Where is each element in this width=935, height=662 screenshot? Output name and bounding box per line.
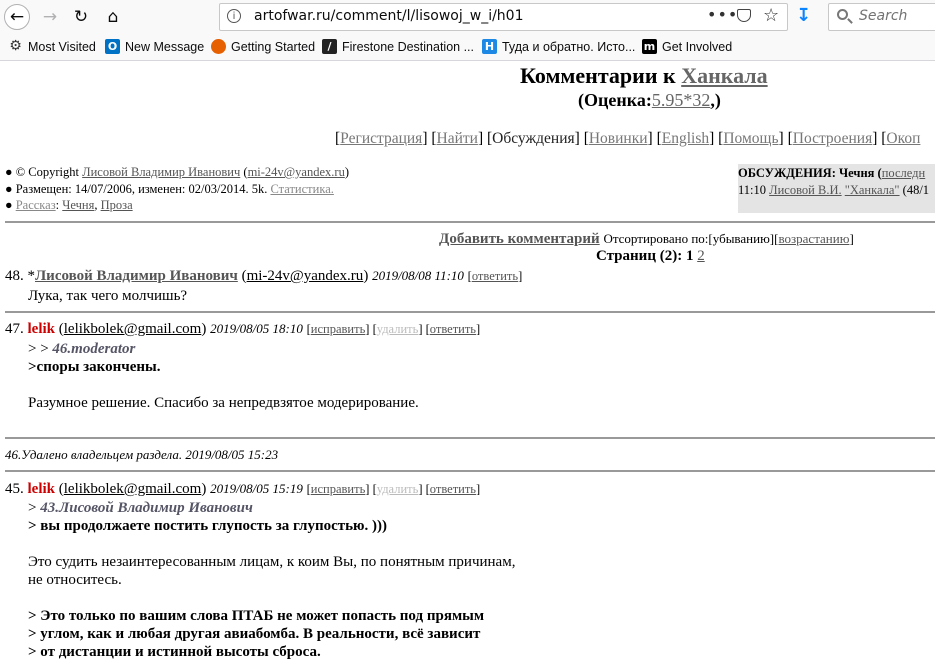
divider (5, 437, 935, 439)
page-title: Комментарии к Ханкала (520, 63, 768, 88)
divider (5, 470, 935, 472)
comment-author-link[interactable]: Лисовой Владимир Иванович (35, 268, 238, 284)
back-arrow-icon[interactable]: ← (4, 4, 30, 30)
author-email-link[interactable]: mi-24v@yandex.ru (248, 165, 345, 179)
rating-link[interactable]: 5.95*32 (652, 90, 711, 110)
delete-link[interactable]: удалить (377, 482, 419, 496)
placed-line: ● Размещен: 14/07/2006, изменен: 02/03/2… (5, 181, 334, 196)
menu-search[interactable]: Найти (437, 130, 478, 147)
author-link[interactable]: Лисовой Владимир Иванович (82, 165, 240, 179)
sort-asc-link[interactable]: возрастанию (778, 231, 849, 246)
comment-author-link[interactable]: lelik (28, 481, 56, 497)
pocket-icon[interactable] (737, 9, 751, 22)
bookmark-star-icon[interactable]: ☆ (763, 5, 779, 26)
comment-body-48: Лука, так чего молчишь? (28, 288, 188, 304)
search-placeholder: Search (859, 8, 908, 24)
gear-icon: ⚙ (9, 38, 22, 54)
menu-okop[interactable]: Окоп (886, 130, 920, 147)
statistics-link[interactable]: Статистика. (270, 182, 333, 196)
home-icon[interactable]: ⌂ (100, 4, 126, 30)
bookmark-firestone[interactable]: / Firestone Destination ... (322, 39, 474, 54)
pagination: Страниц (2): 1 2 (596, 248, 705, 264)
tag-prose[interactable]: Проза (101, 198, 133, 212)
reply-link[interactable]: ответить (430, 482, 476, 496)
reply-link[interactable]: ответить (430, 322, 476, 336)
tag-chechnya[interactable]: Чечня (62, 198, 94, 212)
comment-author-link[interactable]: lelik (28, 321, 56, 337)
search-bar[interactable]: Search (828, 3, 935, 31)
outlook-icon: O (105, 39, 120, 54)
add-comment-link[interactable]: Добавить комментарий (439, 231, 600, 247)
firestone-icon: / (322, 39, 337, 54)
menu-english[interactable]: English (662, 130, 709, 147)
bookmark-tuda-i-obratno[interactable]: H Туда и обратно. Исто... (482, 39, 635, 54)
bookmark-getting-started[interactable]: Getting Started (211, 39, 315, 54)
site-menu: [Регистрация] [Найти] [Обсуждения] [Нови… (335, 130, 921, 147)
comment-email-link[interactable]: lelikbolek@gmail.com (64, 321, 202, 337)
comment-body-45: > 43.Лисовой Владимир Иванович > вы прод… (28, 500, 516, 660)
edit-link[interactable]: исправить (311, 482, 365, 496)
work-info: ● © Copyright Лисовой Владимир Иванович … (5, 164, 349, 214)
reload-icon[interactable]: ↻ (68, 4, 94, 30)
site-info-icon[interactable]: i (227, 9, 241, 23)
divider (5, 311, 935, 313)
bookmark-h-icon: H (482, 39, 497, 54)
rating: (Оценка:5.95*32,) (578, 90, 721, 110)
discuss-last-link[interactable]: последн (882, 166, 925, 180)
mozilla-icon: m (642, 39, 657, 54)
delete-link[interactable]: удалить (377, 322, 419, 336)
page-actions-icon[interactable]: ••• (707, 5, 738, 24)
comment-header-47: 47. lelik (lelikbolek@gmail.com) 2019/08… (5, 321, 481, 337)
tags-line: ● Рассказ: Чечня, Проза (5, 198, 133, 212)
page-content: Комментарии к Ханкала (Оценка:5.95*32,) … (0, 61, 935, 662)
bookmark-most-visited[interactable]: ⚙ Most Visited (8, 39, 96, 54)
menu-news[interactable]: Новинки (589, 130, 648, 147)
edit-link[interactable]: исправить (311, 322, 365, 336)
bookmark-new-message[interactable]: O New Message (105, 39, 204, 54)
divider (5, 221, 935, 223)
menu-formations[interactable]: Построения (793, 130, 872, 147)
download-icon[interactable]: ↧ (796, 5, 811, 26)
menu-discussions: Обсуждения (492, 130, 575, 147)
discussions-box: ОБСУЖДЕНИЯ: Чечня (последн 11:10 Лисовой… (738, 164, 935, 213)
menu-help[interactable]: Помощь (723, 130, 778, 147)
menu-registration[interactable]: Регистрация (340, 130, 422, 147)
title-link[interactable]: Ханкала (681, 63, 767, 88)
browser-toolbar: ← → ↻ ⌂ i artofwar.ru/comment/l/lisowoj_… (0, 0, 935, 34)
discuss-title-link[interactable]: "Ханкала" (845, 183, 900, 197)
sort-controls: Отсортировано по:[убыванию][возрастанию] (603, 231, 854, 246)
forward-arrow-icon[interactable]: → (37, 4, 63, 30)
deleted-comment-46: 46.Удалено владельцем раздела. 2019/08/0… (5, 447, 279, 462)
bookmark-get-involved[interactable]: m Get Involved (642, 39, 732, 54)
comment-header-48: 48. *Лисовой Владимир Иванович (mi-24v@y… (5, 268, 523, 284)
reply-link[interactable]: ответить (472, 269, 518, 283)
comment-body-47: > > 46.moderator >споры закончены. Разум… (28, 341, 419, 411)
comment-email-link[interactable]: lelikbolek@gmail.com (64, 481, 202, 497)
url-text[interactable]: artofwar.ru/comment/l/lisowoj_w_i/h01 (254, 8, 524, 24)
firefox-icon (211, 39, 226, 54)
url-bar[interactable]: i artofwar.ru/comment/l/lisowoj_w_i/h01 … (219, 3, 788, 31)
discuss-author-link[interactable]: Лисовой В.И. (769, 183, 841, 197)
comment-email-link[interactable]: mi-24v@yandex.ru (247, 268, 364, 284)
comment-header-45: 45. lelik (lelikbolek@gmail.com) 2019/08… (5, 481, 481, 497)
search-icon (837, 9, 848, 20)
page-2-link[interactable]: 2 (697, 248, 705, 264)
tag-story[interactable]: Рассказ (16, 198, 56, 212)
bookmarks-bar: ⚙ Most Visited O New Message Getting Start… (0, 34, 935, 61)
add-comment-bar: Добавить комментарий Отсортировано по:[у… (439, 231, 854, 248)
copyright-line: ● © Copyright Лисовой Владимир Иванович … (5, 165, 349, 179)
